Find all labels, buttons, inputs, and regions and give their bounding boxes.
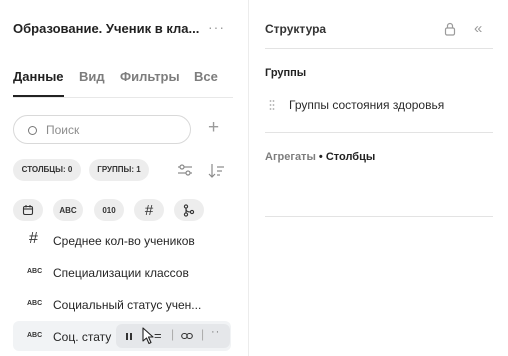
structure-divider bbox=[265, 48, 493, 49]
search-icon bbox=[28, 126, 37, 135]
tab-filters[interactable]: Фильтры bbox=[120, 69, 180, 84]
text-type-icon: ABC bbox=[27, 300, 43, 307]
calendar-icon[interactable] bbox=[13, 199, 43, 221]
groups-chip[interactable]: ГРУППЫ: 1 bbox=[89, 159, 149, 181]
link-icon[interactable] bbox=[181, 332, 193, 340]
groups-divider bbox=[265, 132, 493, 133]
text-type-icon: ABC bbox=[27, 332, 43, 339]
tab-all[interactable]: Все bbox=[194, 69, 218, 84]
group-item-label: Группы состояния здоровья bbox=[289, 98, 445, 112]
drag-handle-icon[interactable] bbox=[269, 99, 275, 111]
toolbar-separator: | bbox=[171, 327, 175, 341]
more-menu-icon[interactable]: ··· bbox=[208, 19, 225, 35]
toolbar-separator: | bbox=[201, 327, 205, 341]
tabs-divider bbox=[13, 97, 233, 98]
heading-bullet: • bbox=[318, 151, 323, 163]
structure-title: Структура bbox=[265, 22, 327, 36]
groups-heading: Группы bbox=[265, 67, 307, 79]
hash-icon[interactable]: # bbox=[134, 199, 164, 221]
columns-heading: Столбцы bbox=[325, 151, 376, 163]
sort-icon[interactable] bbox=[208, 162, 225, 179]
hierarchy-icon[interactable] bbox=[174, 199, 204, 221]
numeric-type-icon[interactable]: 010 bbox=[94, 199, 124, 221]
settings-sliders-icon[interactable] bbox=[177, 162, 193, 178]
field-label: Социальный статус учен... bbox=[53, 298, 202, 312]
search-input[interactable]: Поиск bbox=[13, 115, 191, 144]
field-label: Среднее кол-во учеников bbox=[53, 234, 195, 248]
text-type-icon: ABC bbox=[27, 268, 43, 275]
data-panel: Образование. Ученик в кла... ··· Данные … bbox=[0, 0, 248, 356]
text-type-icon[interactable]: ABC bbox=[53, 199, 83, 221]
structure-panel: Структура « Группы Группы состояния здор… bbox=[249, 0, 508, 356]
equals-icon[interactable]: = bbox=[154, 328, 162, 343]
aggregates-divider bbox=[265, 216, 493, 217]
field-label: Специализации классов bbox=[53, 266, 189, 280]
columns-chip[interactable]: СТОЛБЦЫ: 0 bbox=[13, 159, 81, 181]
pause-icon[interactable] bbox=[125, 332, 133, 341]
more-icon[interactable]: ·· bbox=[211, 326, 220, 338]
aggregates-columns-heading: Агрегаты • Столбцы bbox=[265, 151, 375, 163]
search-placeholder: Поиск bbox=[46, 123, 80, 137]
number-type-icon: # bbox=[29, 230, 38, 247]
lock-icon[interactable] bbox=[444, 22, 456, 36]
panel-title: Образование. Ученик в кла... bbox=[13, 21, 200, 36]
add-icon[interactable]: + bbox=[208, 118, 219, 138]
field-label: Соц. стату bbox=[53, 330, 112, 344]
tab-data[interactable]: Данные bbox=[13, 69, 64, 84]
aggregates-heading: Агрегаты bbox=[265, 151, 316, 163]
tab-view[interactable]: Вид bbox=[79, 69, 105, 84]
collapse-panel-icon[interactable]: « bbox=[474, 20, 482, 37]
field-action-toolbar: = | | ·· bbox=[116, 324, 230, 348]
